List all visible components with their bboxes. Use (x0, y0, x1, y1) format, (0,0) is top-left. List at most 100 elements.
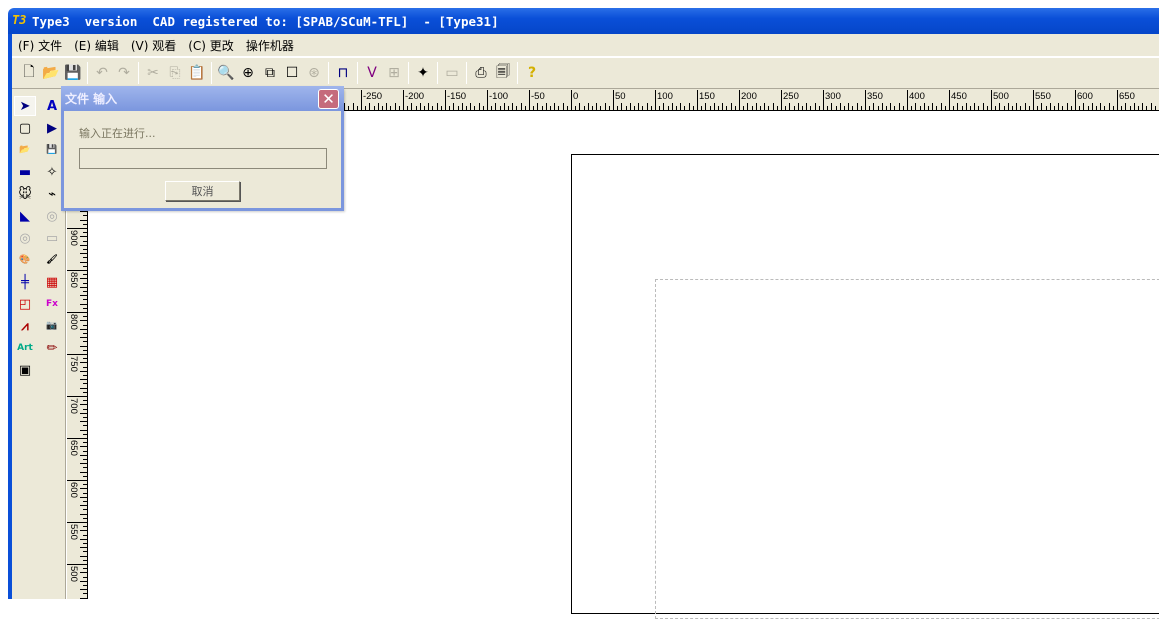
title-bar[interactable]: T3 Type3 version CAD registered to: [SPA… (8, 8, 1159, 34)
ruler-label: 700 (68, 398, 79, 414)
ruler-tick (1033, 90, 1034, 110)
copy-icon: ⎘ (169, 65, 181, 81)
art-icon[interactable]: Art (14, 338, 36, 358)
toolbar-separator (138, 62, 139, 84)
save-button[interactable]: 💾 (62, 62, 84, 84)
image-button[interactable]: ▭ (441, 62, 463, 84)
menu-machine[interactable]: 操作机器 (240, 37, 300, 54)
zoom-window-button[interactable]: ⧉ (259, 62, 281, 84)
ruler-tick (83, 265, 87, 267)
ruler-tick (83, 282, 87, 284)
ruler-tick (566, 106, 568, 110)
ruler-tick (499, 106, 501, 110)
ruler-tick (67, 270, 87, 271)
palette-disabled-icon[interactable]: ◎ (41, 206, 63, 226)
ruler-tick (394, 103, 396, 110)
ruler-tick (83, 307, 87, 309)
page-icon: ☐ (285, 65, 299, 81)
ruler-tick (344, 103, 346, 110)
undo-button[interactable]: ↶ (91, 62, 113, 84)
help-button[interactable]: ? (521, 62, 543, 84)
redo-button[interactable]: ↷ (113, 62, 135, 84)
ruler-tick (80, 505, 87, 507)
open-icon[interactable]: 📂 (14, 140, 36, 160)
ruler-tick (894, 106, 896, 110)
dialog-title-bar[interactable]: 文件 输入 (61, 86, 344, 111)
ruler-tick (67, 228, 87, 229)
shape-disabled-icon[interactable]: ▭ (41, 228, 63, 248)
brush-palette-icon[interactable]: 🖌 (41, 250, 63, 270)
text-tool-icon[interactable]: A (41, 96, 63, 116)
paste-icon: 📋 (188, 65, 206, 81)
line-icon[interactable]: ▬ (14, 162, 36, 182)
hatch-icon[interactable]: ⩘ (14, 316, 36, 336)
tape-icon[interactable]: ⌁ (41, 184, 63, 204)
paste-button[interactable]: 📋 (186, 62, 208, 84)
vectorize-button[interactable]: V (361, 62, 383, 84)
save-disabled-icon[interactable]: 💾 (41, 140, 63, 160)
ruler-tick (613, 90, 614, 110)
ruler-tick (83, 333, 87, 334)
menu-file[interactable]: (F) 文件 (12, 37, 68, 54)
ruler-tick (587, 103, 589, 110)
print-preview-button[interactable]: 🗐 (492, 62, 514, 84)
ruler-tick (466, 106, 467, 110)
ruler-label: 300 (825, 91, 841, 102)
cancel-button[interactable]: 取消 (165, 181, 240, 201)
ruler-tick (688, 103, 690, 110)
cut-button[interactable]: ✂ (142, 62, 164, 84)
ruler-tick (80, 278, 87, 280)
ruler-tick (80, 429, 87, 431)
mouse-icon[interactable]: 🐭 (14, 184, 36, 204)
ruler-tick (676, 106, 677, 110)
measure-button[interactable]: ⊓ (332, 62, 354, 84)
ruler-tick (453, 103, 455, 110)
camera-icon[interactable]: 📷 (41, 316, 63, 336)
ruler-tick (856, 103, 858, 110)
ruler-tick (83, 585, 87, 586)
palette-disabled-2-icon[interactable]: ◎ (14, 228, 36, 248)
machine-icon[interactable]: ▣ (14, 360, 36, 380)
text-grid-button[interactable]: ⊞ (383, 62, 405, 84)
grid-icon[interactable]: ▦ (41, 272, 63, 292)
wand-icon[interactable]: ✧ (41, 162, 63, 182)
menu-view[interactable]: (V) 观看 (125, 37, 182, 54)
drill-icon[interactable]: ◣ (14, 206, 36, 226)
zoom-button[interactable]: 🔍 (215, 62, 237, 84)
ruler-tick (83, 459, 87, 460)
frame-icon[interactable]: ◰ (14, 294, 36, 314)
pencil-icon[interactable]: ✏ (41, 338, 63, 358)
toolbar: 🗋 📂 💾 ↶ ↷ ✂ ⎘ 📋 🔍 ⊕ ⧉ ☐ ⊛ ⊓ V ⊞ ✦ ▭ ⎙ 🗐? (12, 57, 1159, 89)
ruler-tick (1154, 106, 1156, 110)
ruler-tick (1028, 106, 1030, 110)
ruler-tick (83, 349, 87, 351)
ruler-tick (877, 106, 879, 110)
node-arrow-icon[interactable]: ▶ (41, 118, 63, 138)
select-arrow-icon[interactable]: ➤ (14, 96, 36, 116)
rectangle-icon[interactable]: ▢ (14, 118, 36, 138)
ruler-tick (83, 543, 87, 544)
close-button[interactable]: ✕ (318, 89, 339, 109)
open-folder-button[interactable]: 📂 (40, 62, 62, 84)
print-button[interactable]: ⎙ (470, 62, 492, 84)
magic-wand-button[interactable]: ✦ (412, 62, 434, 84)
fx-icon[interactable]: Fx (41, 294, 63, 314)
zoom-fit-button[interactable]: ⊛ (303, 62, 325, 84)
menu-change[interactable]: (C) 更改 (182, 37, 240, 54)
color-palette-icon[interactable]: 🎨 (14, 250, 36, 270)
toolbar-separator (408, 62, 409, 84)
copy-button[interactable]: ⎘ (164, 62, 186, 84)
zoom-window-icon: ⧉ (265, 65, 275, 81)
ruler-tick (1142, 103, 1144, 110)
page-button[interactable]: ☐ (281, 62, 303, 84)
align-icon[interactable]: ╪ (14, 272, 36, 292)
ruler-label: 250 (783, 91, 799, 102)
menu-edit[interactable]: (E) 编辑 (68, 37, 125, 54)
zoom-in-button[interactable]: ⊕ (237, 62, 259, 84)
ruler-tick (83, 324, 87, 326)
new-file-button[interactable]: 🗋 (18, 62, 40, 84)
help-icon: ? (527, 65, 537, 81)
ruler-label: 500 (68, 566, 79, 582)
ruler-tick (680, 103, 682, 110)
import-dialog: 文件 输入 ✕ 输入正在进行... 取消 (61, 86, 344, 211)
